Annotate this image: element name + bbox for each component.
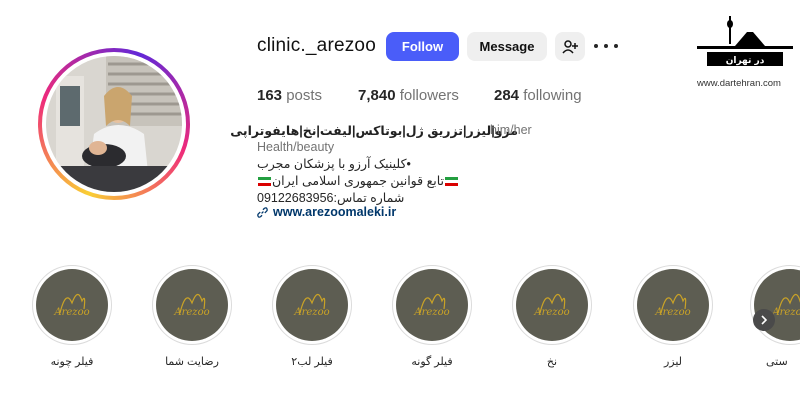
followers-count[interactable]: 7,840 followers bbox=[358, 87, 459, 104]
bio-title: مزو|لیزر|تزریق ژل|بوتاکس|لیفت|نخ|هایفوتر… bbox=[230, 124, 518, 138]
highlight-ring: Arezoo bbox=[633, 265, 713, 345]
highlight-ring: Arezoo bbox=[750, 265, 800, 345]
highlight-ring: Arezoo bbox=[272, 265, 352, 345]
followers-label: followers bbox=[399, 87, 459, 104]
website-link[interactable]: www.arezoomaleki.ir bbox=[257, 205, 396, 219]
chevron-right-icon bbox=[761, 315, 768, 325]
more-options-button[interactable] bbox=[594, 37, 618, 55]
highlight-cover: Arezoo bbox=[396, 269, 468, 341]
highlight-ring: Arezoo bbox=[512, 265, 592, 345]
suggested-accounts-button[interactable] bbox=[555, 32, 585, 61]
bio-line: •کلینیک آرزو با پزشکان مجرب bbox=[257, 157, 411, 171]
pronouns: him/her bbox=[490, 123, 532, 137]
add-user-icon bbox=[562, 39, 578, 54]
watermark-logo: در تهران www.dartehran.com bbox=[697, 12, 793, 92]
profile-avatar[interactable] bbox=[38, 48, 190, 200]
story-highlight[interactable]: Arezoo فیلر چونه bbox=[30, 265, 114, 368]
watermark-url: www.dartehran.com bbox=[697, 78, 781, 89]
arezoo-logo-icon: Arezoo bbox=[173, 293, 210, 318]
highlight-label: نخ bbox=[546, 356, 558, 368]
bio-phone: شماره تماس:09122683956 bbox=[257, 191, 405, 205]
bio-line-text: تابع قوانین جمهوری اسلامی ایران bbox=[272, 174, 444, 188]
bio-line-with-flags: تابع قوانین جمهوری اسلامی ایران bbox=[257, 173, 459, 188]
highlight-cover: Arezoo bbox=[36, 269, 108, 341]
following-count[interactable]: 284 following bbox=[494, 87, 582, 104]
message-button[interactable]: Message bbox=[467, 32, 547, 61]
iran-flag-icon bbox=[258, 177, 271, 186]
svg-text:Arezoo: Arezoo bbox=[533, 307, 569, 318]
story-highlight[interactable]: Arezoo فیلر گونه bbox=[390, 265, 474, 368]
more-options-icon-dot bbox=[614, 44, 618, 48]
highlight-label: فیلر گونه bbox=[411, 356, 453, 368]
more-options-icon bbox=[594, 44, 598, 48]
svg-text:Arezoo: Arezoo bbox=[771, 307, 800, 318]
more-options-icon-dot bbox=[604, 44, 608, 48]
highlight-ring: Arezoo bbox=[152, 265, 232, 345]
story-highlight[interactable]: Arezoo نخ bbox=[510, 265, 594, 368]
highlight-ring: Arezoo bbox=[32, 265, 112, 345]
highlight-label: رضایت شما bbox=[165, 356, 219, 368]
highlight-label: فیلر چونه bbox=[50, 356, 94, 368]
svg-text:Arezoo: Arezoo bbox=[654, 307, 690, 318]
iran-flag-icon bbox=[445, 177, 458, 186]
profile-username: clinic._arezoo bbox=[257, 35, 376, 56]
followers-number: 7,840 bbox=[358, 87, 396, 104]
highlight-cover: Arezoo bbox=[516, 269, 588, 341]
highlight-label: لیزر bbox=[663, 356, 683, 368]
highlight-label: فیلر لب۲ bbox=[291, 356, 333, 368]
following-number: 284 bbox=[494, 87, 520, 104]
arezoo-logo-icon: Arezoo bbox=[293, 293, 330, 318]
svg-text:Arezoo: Arezoo bbox=[413, 307, 449, 318]
arezoo-logo-icon: Arezoo bbox=[533, 293, 570, 318]
following-label: following bbox=[523, 87, 582, 104]
arezoo-logo-icon: Arezoo bbox=[53, 293, 90, 318]
posts-count: 163 posts bbox=[257, 87, 322, 104]
highlight-ring: Arezoo bbox=[392, 265, 472, 345]
arezoo-logo-icon: Arezoo bbox=[654, 293, 691, 318]
posts-label: posts bbox=[286, 87, 323, 104]
website-url: www.arezoomaleki.ir bbox=[273, 205, 397, 219]
follow-button[interactable]: Follow bbox=[386, 32, 459, 61]
posts-number: 163 bbox=[257, 87, 283, 104]
link-icon bbox=[257, 206, 268, 218]
highlight-cover: Arezoo bbox=[156, 269, 228, 341]
story-highlight[interactable]: Arezoo لیزر bbox=[631, 265, 715, 368]
highlight-cover: Arezoo bbox=[276, 269, 348, 341]
profile-category: Health/beauty bbox=[257, 140, 335, 154]
svg-text:Arezoo: Arezoo bbox=[53, 307, 89, 318]
arezoo-logo-icon: Arezoo bbox=[413, 293, 450, 318]
highlights-next-button[interactable] bbox=[753, 309, 775, 331]
avatar-photo bbox=[46, 56, 182, 192]
highlight-label: ستی bbox=[766, 356, 788, 368]
svg-text:Arezoo: Arezoo bbox=[293, 307, 329, 318]
story-highlight[interactable]: Arezoo فیلر لب۲ bbox=[270, 265, 354, 368]
watermark-brand: در تهران bbox=[726, 56, 765, 66]
story-highlight[interactable]: Arezoo رضایت شما bbox=[150, 265, 234, 368]
highlight-cover: Arezoo bbox=[637, 269, 709, 341]
svg-text:Arezoo: Arezoo bbox=[173, 307, 209, 318]
